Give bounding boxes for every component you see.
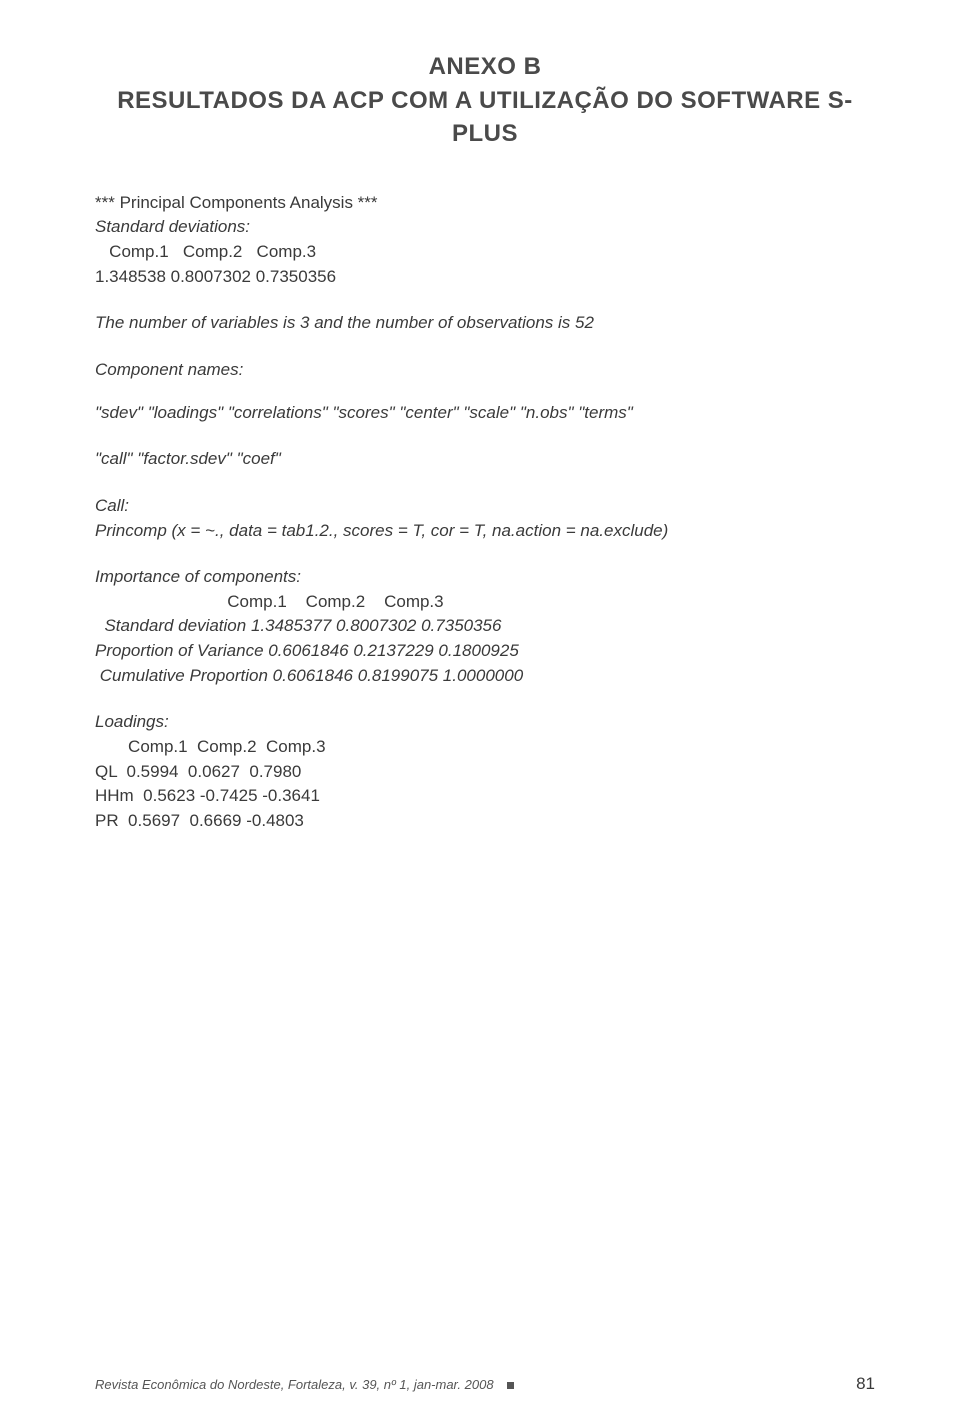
footer-citation: Revista Econômica do Nordeste, Fortaleza… [95,1377,514,1392]
prop-variance-row: Proportion of Variance 0.6061846 0.21372… [95,639,875,664]
annex-label: ANEXO B [95,50,875,84]
page-footer: Revista Econômica do Nordeste, Fortaleza… [95,1374,875,1394]
pr-row: PR 0.5697 0.6669 -0.4803 [95,809,875,834]
annex-title-block: ANEXO B RESULTADOS DA ACP COM A UTILIZAÇ… [95,50,875,151]
component-names-list: "sdev" "loadings" "correlations" "scores… [95,401,875,426]
cum-prop-row: Cumulative Proportion 0.6061846 0.819907… [95,664,875,689]
importance-columns: Comp.1 Comp.2 Comp.3 [95,590,875,615]
call-line: Princomp (x = ~., data = tab1.2., scores… [95,519,875,544]
loadings-label: Loadings: [95,710,875,735]
loadings-block: Loadings: Comp.1 Comp.2 Comp.3 QL 0.5994… [95,710,875,833]
hhm-row: HHm 0.5623 -0.7425 -0.3641 [95,784,875,809]
std-dev-values: 1.348538 0.8007302 0.7350356 [95,265,875,290]
importance-block: Importance of components: Comp.1 Comp.2 … [95,565,875,688]
component-names-label: Component names: [95,358,875,383]
ql-row: QL 0.5994 0.0627 0.7980 [95,760,875,785]
page-number: 81 [856,1374,875,1394]
component-names-list2: "call" "factor.sdev" "coef" [95,447,875,472]
footer-citation-text: Revista Econômica do Nordeste, Fortaleza… [95,1377,494,1392]
call-block: Call: Princomp (x = ~., data = tab1.2., … [95,494,875,543]
loadings-columns: Comp.1 Comp.2 Comp.3 [95,735,875,760]
std-dev-columns: Comp.1 Comp.2 Comp.3 [95,240,875,265]
pca-header-block: *** Principal Components Analysis *** St… [95,191,875,290]
component-names-block: Component names: "sdev" "loadings" "corr… [95,358,875,425]
num-variables: The number of variables is 3 and the num… [95,311,875,336]
std-dev-label: Standard deviations: [95,215,875,240]
importance-label: Importance of components: [95,565,875,590]
pca-header: *** Principal Components Analysis *** [95,191,875,216]
annex-subtitle: RESULTADOS DA ACP COM A UTILIZAÇÃO DO SO… [95,84,875,151]
square-icon [507,1382,514,1389]
annex-content: *** Principal Components Analysis *** St… [95,191,875,834]
std-dev-row: Standard deviation 1.3485377 0.8007302 0… [95,614,875,639]
call-label: Call: [95,494,875,519]
